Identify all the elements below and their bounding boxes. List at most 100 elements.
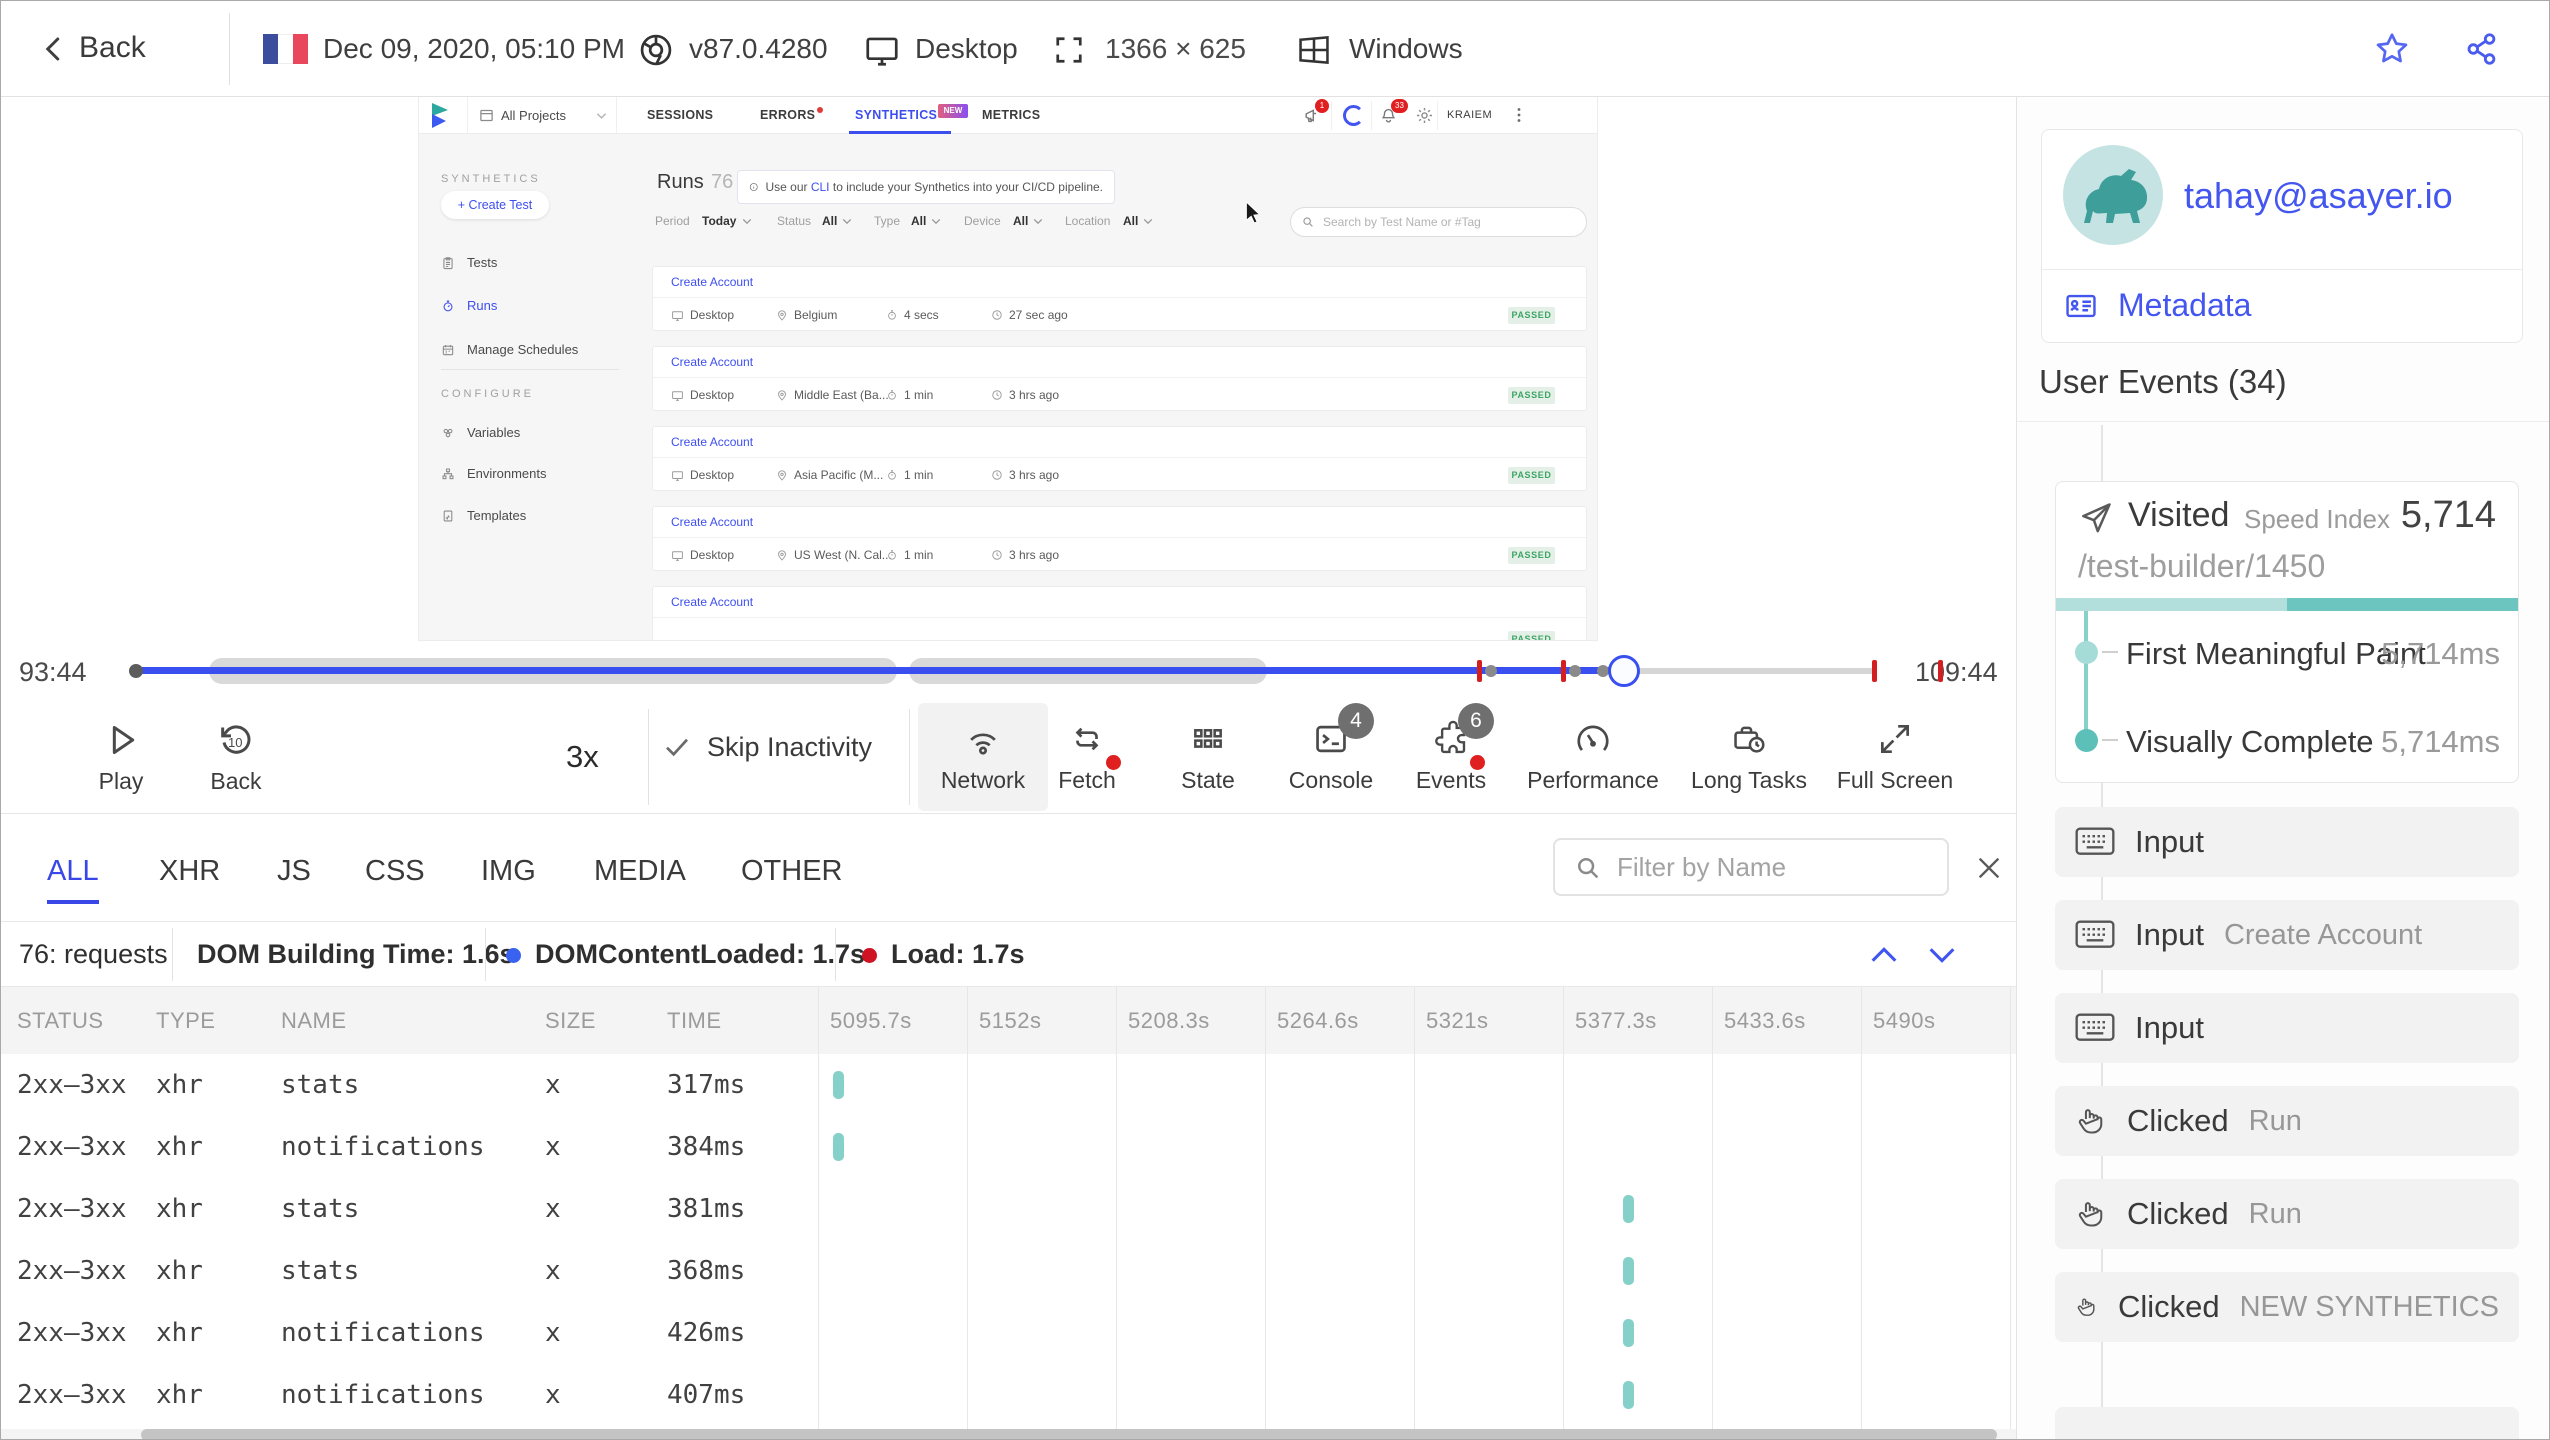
- gauge-icon: [1577, 725, 1609, 751]
- new-badge: NEW: [938, 104, 968, 118]
- event-card-input[interactable]: Input: [2055, 993, 2519, 1063]
- filter-period-value: Today: [702, 214, 737, 228]
- state-panel-button[interactable]: State: [1143, 703, 1273, 811]
- synthetics-active-underline: [849, 131, 951, 134]
- end-time: 109:44: [1915, 657, 1998, 687]
- speed-toggle[interactable]: 3x: [566, 739, 599, 775]
- session-datetime: Dec 09, 2020, 05:10 PM: [323, 33, 625, 64]
- timeline-start-dot: [129, 664, 143, 678]
- vc-dash: [2102, 739, 2118, 741]
- timeline-dot-marker: [1485, 665, 1497, 677]
- jump-prev-icon[interactable]: [1867, 940, 1901, 970]
- event-card-clicked[interactable]: Clicked Run: [2055, 1086, 2519, 1156]
- chevron-down-icon: [596, 112, 607, 120]
- console-panel-button[interactable]: Console 4: [1266, 703, 1396, 811]
- clock-icon: [992, 310, 1002, 320]
- visited-event-card[interactable]: Visited Speed Index 5,714 /test-builder/…: [2055, 481, 2519, 783]
- timeline-progress[interactable]: [136, 667, 1624, 674]
- cubes-icon: [443, 428, 453, 437]
- back-10s-button[interactable]: 10 Back: [191, 709, 281, 805]
- net-tab-media[interactable]: MEDIA: [594, 842, 686, 904]
- top-bar: Back Dec 09, 2020, 05:10 PM v87.0.4280 D…: [1, 1, 2549, 97]
- current-time: 93:44: [19, 657, 87, 687]
- chevron-down-icon: [1033, 218, 1043, 225]
- share-icon[interactable]: [2463, 30, 2501, 68]
- event-card-input[interactable]: Input Create Account: [2055, 900, 2519, 970]
- timeline-remaining[interactable]: [1624, 668, 1877, 674]
- console-count-badge: 4: [1338, 703, 1374, 739]
- playhead-handle[interactable]: [1608, 655, 1640, 687]
- long-tasks-icon: [1734, 726, 1765, 753]
- app-tab-synthetics: SYNTHETICS: [855, 108, 938, 122]
- status-badge: PASSED: [1508, 547, 1555, 564]
- chevron-down-icon: [842, 218, 852, 225]
- net-tab-img[interactable]: IMG: [481, 842, 536, 904]
- user-email-link[interactable]: tahay@asayer.io: [2184, 175, 2453, 217]
- network-row[interactable]: 2xx–3xx xhr stats x 381ms: [1, 1178, 2016, 1240]
- visited-url: /test-builder/1450: [2078, 548, 2326, 584]
- col-name: NAME: [281, 1008, 347, 1033]
- resolution-icon: [1051, 32, 1087, 68]
- run-card: Create Account Desktop Belgium 4 secs 27…: [652, 266, 1587, 331]
- stopwatch-icon: [888, 310, 896, 320]
- play-button[interactable]: Play: [76, 709, 166, 805]
- event-card-clicked[interactable]: Clicked NEW SYNTHETICS: [2055, 1272, 2519, 1342]
- info-icon: [749, 183, 758, 191]
- keyboard-icon: [2075, 1013, 2115, 1041]
- waterfall-bar: [1622, 1195, 1634, 1223]
- network-row[interactable]: 2xx–3xx xhr notifications x 407ms: [1, 1364, 2016, 1426]
- scrollbar-thumb[interactable]: [141, 1429, 1997, 1439]
- net-tab-css[interactable]: CSS: [365, 842, 425, 904]
- full-screen-button[interactable]: Full Screen: [1830, 703, 1960, 811]
- col-time: TIME: [667, 1008, 722, 1033]
- play-icon: [112, 725, 135, 754]
- animal-avatar-icon: [2084, 169, 2148, 223]
- network-row[interactable]: 2xx–3xx xhr stats x 368ms: [1, 1240, 2016, 1302]
- asayer-logo-icon: [427, 101, 453, 131]
- announcements-badge: 1: [1315, 99, 1329, 113]
- bell-badge: 33: [1391, 99, 1408, 113]
- navigation-icon: [2077, 499, 2115, 537]
- net-tab-xhr[interactable]: XHR: [159, 842, 220, 904]
- col-t2: 5208.3s: [1128, 1008, 1210, 1033]
- cli-info-banner: Use our CLI to include your Synthetics i…: [737, 170, 1115, 204]
- close-panel-icon[interactable]: [1973, 852, 2005, 884]
- app-nav-divider: [1437, 101, 1438, 130]
- session-replay-screen: Back Dec 09, 2020, 05:10 PM v87.0.4280 D…: [0, 0, 2550, 1440]
- network-row[interactable]: 2xx–3xx xhr notifications x 426ms: [1, 1302, 2016, 1364]
- fmp-dash: [2102, 651, 2118, 653]
- col-t5: 5377.3s: [1575, 1008, 1657, 1033]
- performance-panel-button[interactable]: Performance: [1527, 703, 1659, 811]
- event-card-partial[interactable]: [2055, 1407, 2519, 1439]
- fetch-panel-button[interactable]: Fetch: [1022, 703, 1152, 811]
- domcontentloaded-time: DOMContentLoaded: 1.7s: [535, 939, 866, 969]
- metadata-button[interactable]: Metadata: [2062, 287, 2251, 324]
- location-pin-icon: [778, 549, 786, 561]
- app-sidebar-section-configure: CONFIGURE: [441, 388, 534, 400]
- keyboard-icon: [2075, 827, 2115, 855]
- timeline-event-marker: [1938, 660, 1943, 682]
- net-tab-js[interactable]: JS: [277, 842, 311, 904]
- net-tab-all[interactable]: ALL: [47, 842, 99, 904]
- chevron-down-icon: [742, 218, 752, 225]
- event-card-clicked[interactable]: Clicked Run: [2055, 1179, 2519, 1249]
- back-button[interactable]: Back: [39, 31, 199, 71]
- app-sidebar-divider: [441, 369, 619, 370]
- favorite-star-icon[interactable]: [2373, 30, 2411, 68]
- browser-version: v87.0.4280: [689, 33, 828, 64]
- clock-icon: [992, 550, 1002, 560]
- net-tab-other[interactable]: OTHER: [741, 842, 843, 904]
- search-icon: [1301, 215, 1315, 229]
- long-tasks-panel-button[interactable]: Long Tasks: [1684, 703, 1814, 811]
- events-panel-button[interactable]: Events 6: [1386, 703, 1516, 811]
- network-row[interactable]: 2xx–3xx xhr stats x 317ms: [1, 1054, 2016, 1116]
- skip-inactivity-toggle[interactable]: Skip Inactivity: [661, 731, 872, 763]
- event-card-input[interactable]: Input: [2055, 807, 2519, 877]
- filter-by-name-input[interactable]: [1617, 840, 1937, 894]
- jump-next-icon[interactable]: [1925, 940, 1959, 970]
- player-timeline: 93:44 109:44: [1, 641, 2016, 701]
- network-row[interactable]: 2xx–3xx xhr notifications x 384ms: [1, 1116, 2016, 1178]
- domcontentloaded-dot: [506, 948, 521, 963]
- vc-dot: [2075, 729, 2098, 752]
- create-test-button: + Create Test: [441, 191, 549, 219]
